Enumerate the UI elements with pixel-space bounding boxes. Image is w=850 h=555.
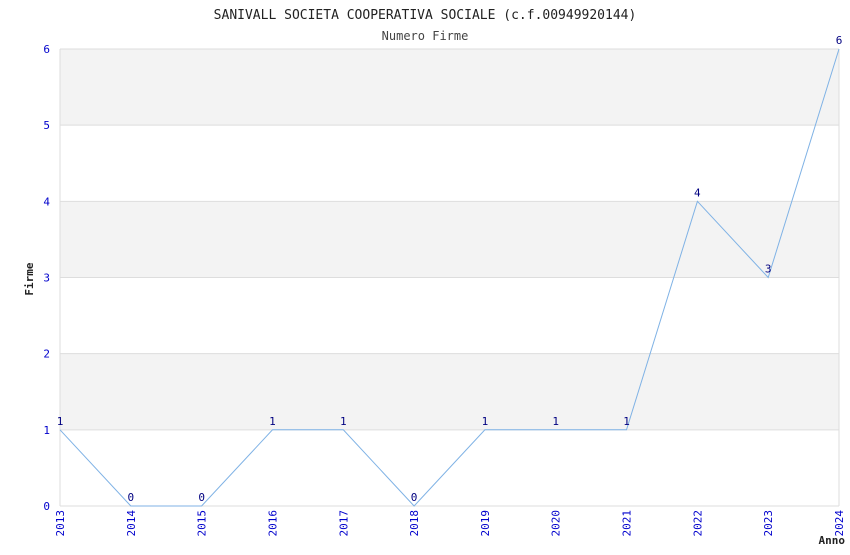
x-tick-label: 2022 (691, 510, 704, 537)
y-tick-label: 4 (43, 195, 50, 208)
x-axis-label: Anno (819, 534, 846, 547)
x-tick-label: 2019 (479, 510, 492, 537)
data-label: 3 (765, 263, 772, 276)
chart-subtitle: Numero Firme (382, 29, 469, 43)
x-tick-label: 2016 (266, 510, 279, 537)
y-axis-ticks: 0 1 2 3 4 5 6 (43, 43, 50, 513)
data-label: 1 (340, 415, 347, 428)
x-axis-ticks: 2013 2014 2015 2016 2017 2018 2019 2020 2021 2022… (54, 510, 846, 537)
data-label: 1 (269, 415, 276, 428)
x-tick-label: 2015 (196, 510, 209, 537)
x-tick-label: 2024 (833, 510, 846, 537)
grid-band (60, 201, 839, 278)
y-tick-label: 0 (43, 500, 50, 513)
data-label: 1 (482, 415, 489, 428)
y-axis-label: Firme (23, 262, 36, 295)
x-tick-label: 2013 (54, 510, 67, 537)
data-label: 4 (694, 186, 701, 199)
data-label: 1 (623, 415, 630, 428)
y-tick-label: 5 (43, 119, 50, 132)
data-label: 0 (411, 491, 418, 504)
y-tick-label: 6 (43, 43, 50, 56)
data-label: 6 (836, 34, 843, 47)
y-tick-label: 2 (43, 348, 50, 361)
line-chart: 0 1 2 3 4 5 6 2013 2014 2015 2016 2017 2018 2019 2020… (23, 8, 846, 547)
x-tick-label: 2018 (408, 510, 421, 537)
y-tick-label: 3 (43, 272, 50, 285)
data-label: 1 (57, 415, 64, 428)
y-tick-label: 1 (43, 424, 50, 437)
data-label: 0 (128, 491, 135, 504)
chart: 0 1 2 3 4 5 6 2013 2014 2015 2016 2017 2018 2019 2020… (0, 0, 850, 550)
x-tick-label: 2014 (125, 510, 138, 537)
chart-title: SANIVALL SOCIETA COOPERATIVA SOCIALE (c.… (214, 8, 637, 23)
x-tick-label: 2017 (337, 510, 350, 537)
data-label: 1 (552, 415, 559, 428)
background-bands (60, 49, 839, 430)
x-tick-label: 2023 (762, 510, 775, 537)
x-tick-label: 2021 (621, 510, 634, 537)
x-tick-label: 2020 (550, 510, 563, 537)
grid-band (60, 353, 839, 430)
data-label: 0 (198, 491, 205, 504)
grid-band (60, 49, 839, 126)
